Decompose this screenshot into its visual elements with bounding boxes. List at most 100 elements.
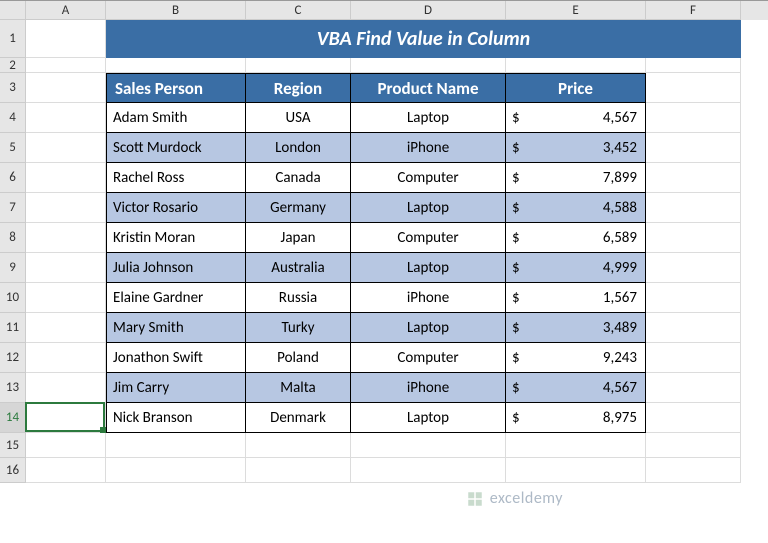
row-header-8[interactable]: 8 bbox=[0, 223, 26, 253]
cell-A2[interactable] bbox=[26, 58, 106, 73]
cell-A15[interactable] bbox=[26, 433, 106, 458]
col-header-B[interactable]: B bbox=[106, 1, 246, 20]
region-cell[interactable]: Malta bbox=[246, 373, 351, 403]
row-header-10[interactable]: 10 bbox=[0, 283, 26, 313]
cell-A9[interactable] bbox=[26, 253, 106, 283]
product-cell[interactable]: Laptop bbox=[351, 193, 506, 223]
cell-B15[interactable] bbox=[106, 433, 246, 458]
person-cell[interactable]: Elaine Gardner bbox=[106, 283, 246, 313]
cell-F4[interactable] bbox=[646, 103, 741, 133]
cell-E2[interactable] bbox=[506, 58, 646, 73]
row-header-4[interactable]: 4 bbox=[0, 103, 26, 133]
cell-C16[interactable] bbox=[246, 458, 351, 483]
cell-F5[interactable] bbox=[646, 133, 741, 163]
cell-D3[interactable]: Product Name bbox=[351, 73, 506, 103]
col-header-F[interactable]: F bbox=[646, 1, 741, 20]
row-header-5[interactable]: 5 bbox=[0, 133, 26, 163]
cell-A5[interactable] bbox=[26, 133, 106, 163]
region-cell[interactable]: Denmark bbox=[246, 403, 351, 433]
col-header-E[interactable]: E bbox=[506, 1, 646, 20]
cell-A16[interactable] bbox=[26, 458, 106, 483]
cell-A7[interactable] bbox=[26, 193, 106, 223]
person-cell[interactable]: Julia Johnson bbox=[106, 253, 246, 283]
price-cell[interactable]: $6,589 bbox=[506, 223, 646, 253]
cell-D2[interactable] bbox=[351, 58, 506, 73]
product-cell[interactable]: Laptop bbox=[351, 103, 506, 133]
product-cell[interactable]: Laptop bbox=[351, 313, 506, 343]
cell-F12[interactable] bbox=[646, 343, 741, 373]
cell-A8[interactable] bbox=[26, 223, 106, 253]
person-cell[interactable]: Mary Smith bbox=[106, 313, 246, 343]
person-cell[interactable]: Kristin Moran bbox=[106, 223, 246, 253]
product-cell[interactable]: iPhone bbox=[351, 283, 506, 313]
region-cell[interactable]: Poland bbox=[246, 343, 351, 373]
cell-D15[interactable] bbox=[351, 433, 506, 458]
row-header-6[interactable]: 6 bbox=[0, 163, 26, 193]
region-cell[interactable]: London bbox=[246, 133, 351, 163]
cell-F14[interactable] bbox=[646, 403, 741, 433]
cell-A13[interactable] bbox=[26, 373, 106, 403]
person-cell[interactable]: Scott Murdock bbox=[106, 133, 246, 163]
cell-F16[interactable] bbox=[646, 458, 741, 483]
cell-C3[interactable]: Region bbox=[246, 73, 351, 103]
price-cell[interactable]: $9,243 bbox=[506, 343, 646, 373]
person-cell[interactable]: Nick Branson bbox=[106, 403, 246, 433]
person-cell[interactable]: Jim Carry bbox=[106, 373, 246, 403]
price-cell[interactable]: $1,567 bbox=[506, 283, 646, 313]
cell-E3[interactable]: Price bbox=[506, 73, 646, 103]
grid[interactable]: VBA Find Value in Column Sales PersonRegi… bbox=[26, 20, 768, 543]
col-header-A[interactable]: A bbox=[26, 1, 106, 20]
cell-A11[interactable] bbox=[26, 313, 106, 343]
cell-F6[interactable] bbox=[646, 163, 741, 193]
cell-A14[interactable] bbox=[26, 403, 106, 433]
row-header-7[interactable]: 7 bbox=[0, 193, 26, 223]
region-cell[interactable]: USA bbox=[246, 103, 351, 133]
product-cell[interactable]: Computer bbox=[351, 163, 506, 193]
cell-A3[interactable] bbox=[26, 73, 106, 103]
cell-B16[interactable] bbox=[106, 458, 246, 483]
cell-A6[interactable] bbox=[26, 163, 106, 193]
cell-F13[interactable] bbox=[646, 373, 741, 403]
cell-F10[interactable] bbox=[646, 283, 741, 313]
region-cell[interactable]: Australia bbox=[246, 253, 351, 283]
product-cell[interactable]: Computer bbox=[351, 343, 506, 373]
cell-F9[interactable] bbox=[646, 253, 741, 283]
price-cell[interactable]: $3,489 bbox=[506, 313, 646, 343]
row-header-13[interactable]: 13 bbox=[0, 373, 26, 403]
price-cell[interactable]: $4,999 bbox=[506, 253, 646, 283]
product-cell[interactable]: Computer bbox=[351, 223, 506, 253]
cell-A4[interactable] bbox=[26, 103, 106, 133]
cell-F11[interactable] bbox=[646, 313, 741, 343]
select-all-corner[interactable] bbox=[0, 1, 26, 20]
region-cell[interactable]: Japan bbox=[246, 223, 351, 253]
price-cell[interactable]: $4,588 bbox=[506, 193, 646, 223]
row-header-16[interactable]: 16 bbox=[0, 458, 26, 483]
row-header-3[interactable]: 3 bbox=[0, 73, 26, 103]
cell-C15[interactable] bbox=[246, 433, 351, 458]
product-cell[interactable]: Laptop bbox=[351, 253, 506, 283]
person-cell[interactable]: Victor Rosario bbox=[106, 193, 246, 223]
cell-E16[interactable] bbox=[506, 458, 646, 483]
price-cell[interactable]: $4,567 bbox=[506, 373, 646, 403]
cell-C2[interactable] bbox=[246, 58, 351, 73]
row-header-9[interactable]: 9 bbox=[0, 253, 26, 283]
price-cell[interactable]: $4,567 bbox=[506, 103, 646, 133]
row-header-12[interactable]: 12 bbox=[0, 343, 26, 373]
col-header-D[interactable]: D bbox=[351, 1, 506, 20]
cell-F3[interactable] bbox=[646, 73, 741, 103]
cell-F15[interactable] bbox=[646, 433, 741, 458]
cell-F8[interactable] bbox=[646, 223, 741, 253]
cell-F7[interactable] bbox=[646, 193, 741, 223]
title-cell[interactable]: VBA Find Value in Column bbox=[106, 20, 741, 58]
row-header-15[interactable]: 15 bbox=[0, 433, 26, 458]
region-cell[interactable]: Russia bbox=[246, 283, 351, 313]
cell-B3[interactable]: Sales Person bbox=[106, 73, 246, 103]
cell-B2[interactable] bbox=[106, 58, 246, 73]
row-header-2[interactable]: 2 bbox=[0, 58, 26, 73]
person-cell[interactable]: Rachel Ross bbox=[106, 163, 246, 193]
product-cell[interactable]: Laptop bbox=[351, 403, 506, 433]
person-cell[interactable]: Jonathon Swift bbox=[106, 343, 246, 373]
cell-A10[interactable] bbox=[26, 283, 106, 313]
region-cell[interactable]: Germany bbox=[246, 193, 351, 223]
cell-F2[interactable] bbox=[646, 58, 741, 73]
